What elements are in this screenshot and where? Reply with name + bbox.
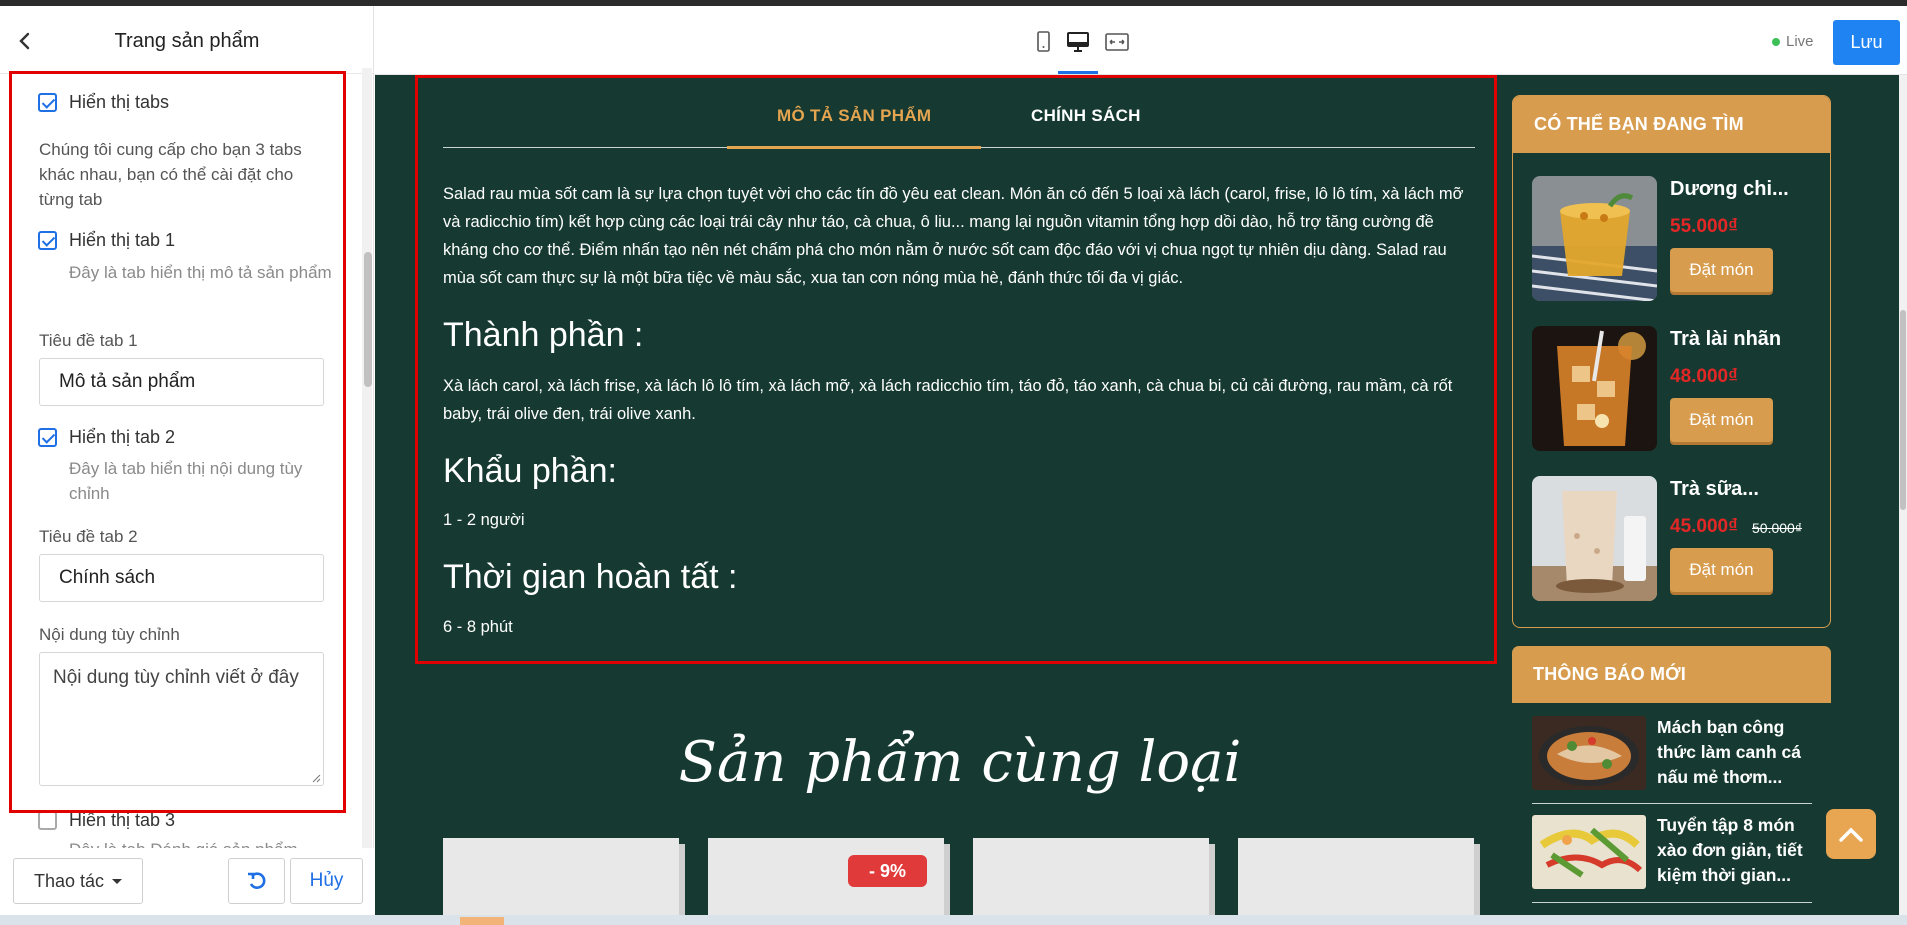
card-shadow [679,844,685,925]
product-price: 48.000₫ [1670,366,1738,387]
bottom-scrollbar[interactable] [0,915,1907,925]
tab2-help-text: Đây là tab hiển thị nội dung tùy chỉnh [69,459,303,503]
panel-header: Trang sản phẩm [0,6,374,74]
news-thumbnail[interactable] [1532,815,1646,889]
actions-dropdown-button[interactable]: Thao tác [13,858,143,904]
card-shadow [1209,844,1215,925]
order-button[interactable]: Đặt món [1670,248,1773,292]
stir-fry-image [1532,815,1646,889]
checkbox-checked-icon[interactable] [38,231,57,250]
product-name[interactable]: Dương chi... [1670,178,1789,201]
show-tab1-label: Hiển thị tab 1 [69,230,176,250]
resize-grip-icon[interactable] [311,773,321,783]
active-view-indicator [1058,71,1098,74]
show-tab3-label: Hiển thị tab 3 [69,810,176,830]
show-tabs-label: Hiển thị tabs [69,92,170,112]
show-tab2-checkbox[interactable]: Hiển thị tab 2 [38,427,175,448]
live-label: Live [1786,33,1814,50]
news-divider [1532,902,1812,903]
ingredients-heading: Thành phần : [443,316,644,354]
preview-scrollbar-thumb[interactable] [1900,310,1906,510]
order-button[interactable]: Đặt món [1670,398,1773,442]
news-thumbnail[interactable] [1532,716,1646,790]
milk-tea-image [1532,476,1657,601]
related-product-card[interactable] [1238,838,1480,925]
product-price: 45.000₫ [1670,516,1738,537]
fullwidth-view-icon[interactable] [1104,30,1130,54]
bottom-scrollbar-thumb[interactable] [460,917,504,925]
scroll-to-top-button[interactable] [1826,809,1876,859]
tab1-title-input[interactable]: Mô tả sản phẩm [39,358,324,406]
tab2-title-input[interactable]: Chính sách [39,554,324,602]
cancel-button[interactable]: Hủy [290,858,363,904]
product-name[interactable]: Trà lài nhãn [1670,328,1781,351]
iced-tea-image [1532,326,1657,451]
caret-down-icon [112,878,123,884]
product-name[interactable]: Trà sữa... [1670,478,1759,501]
card-shadow [944,844,950,925]
tab1-title-label: Tiêu đề tab 1 [39,331,138,350]
tab2-title-label: Tiêu đề tab 2 [39,527,138,546]
undo-button[interactable] [228,858,285,904]
custom-content-textarea[interactable]: Nội dung tùy chỉnh viết ở đây [39,652,324,786]
product-thumbnail[interactable] [1532,326,1657,451]
dessert-cup-image [1532,176,1657,301]
order-button[interactable]: Đặt món [1670,548,1773,592]
related-products-title: Sản phẩm cùng loại [678,730,1242,795]
suggestions-title: CÓ THỂ BẠN ĐANG TÌM [1513,96,1830,153]
tab1-help-text: Đây là tab hiển thị mô tả sản phẩm [69,263,332,282]
tab-description[interactable]: MÔ TẢ SẢN PHẨM [777,106,931,126]
mobile-view-icon[interactable] [1030,30,1056,54]
related-product-card[interactable] [973,838,1215,925]
desktop-view-icon[interactable] [1065,30,1091,54]
product-old-price: 50.000₫ [1752,520,1803,536]
show-tabs-checkbox[interactable]: Hiển thị tabs [38,92,169,113]
custom-content-label: Nội dung tùy chỉnh [39,625,180,644]
checkbox-checked-icon[interactable] [38,93,57,112]
live-status: Live [1772,33,1814,50]
undo-icon [247,872,265,889]
card-shadow [1474,844,1480,925]
actions-label: Thao tác [33,870,105,891]
save-button[interactable]: Lưu [1833,20,1900,65]
sale-badge: - 9% [848,855,927,887]
show-tab3-checkbox[interactable]: Hiển thị tab 3 [38,810,175,831]
checkbox-checked-icon[interactable] [38,428,57,447]
fish-soup-image [1532,716,1646,790]
checkbox-unchecked-icon[interactable] [38,811,57,830]
product-description: Salad rau mùa sốt cam là sự lựa chọn tuy… [443,185,1464,287]
portion-text: 1 - 2 người [443,511,525,529]
custom-content-value: Nội dung tùy chỉnh viết ở đây [53,667,299,688]
panel-title: Trang sản phẩm [114,30,260,52]
time-text: 6 - 8 phút [443,618,513,636]
product-price: 55.000₫ [1670,216,1738,237]
panel-scrollbar[interactable] [362,68,372,848]
live-dot-icon [1772,37,1780,46]
chevron-up-icon [1839,827,1863,842]
editor-toolbar [375,6,1907,75]
product-tabs [443,90,1475,148]
tabs-description: Chúng tôi cung cấp cho bạn 3 tabs khác n… [39,140,302,209]
back-arrow-icon[interactable] [14,30,36,52]
ingredients-text: Xà lách carol, xà lách frise, xà lách lô… [443,377,1453,423]
active-tab-underline [727,146,981,149]
time-heading: Thời gian hoàn tất : [443,558,738,596]
related-product-card[interactable] [443,838,685,925]
show-tab2-label: Hiển thị tab 2 [69,427,176,447]
tab-policy[interactable]: CHÍNH SÁCH [1031,106,1141,126]
news-title[interactable]: Tuyển tập 8 món xào đơn giản, tiết kiệm … [1657,813,1817,888]
product-thumbnail[interactable] [1532,176,1657,301]
panel-scrollbar-thumb[interactable] [364,252,372,387]
news-divider [1532,803,1812,804]
portion-heading: Khẩu phần: [443,452,617,490]
product-thumbnail[interactable] [1532,476,1657,601]
news-box-title: THÔNG BÁO MỚI [1512,646,1831,703]
show-tab1-checkbox[interactable]: Hiển thị tab 1 [38,230,175,251]
news-title[interactable]: Mách bạn công thức làm canh cá nấu mẻ th… [1657,715,1817,790]
